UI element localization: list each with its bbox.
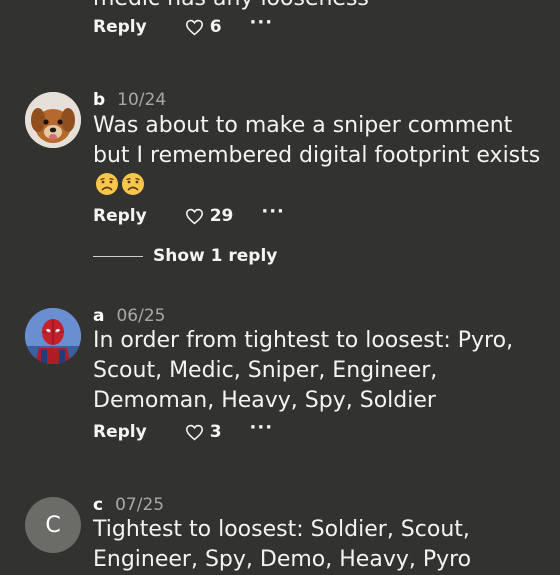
more-options-button[interactable]: ··· [261, 203, 285, 221]
heart-icon [185, 19, 203, 35]
like-button[interactable]: 3 [185, 422, 222, 442]
comment-actions: Reply 6 ··· [93, 14, 274, 39]
like-count: 6 [209, 17, 222, 37]
comment-date: 06/25 [116, 306, 166, 326]
avatar[interactable] [25, 308, 81, 364]
username[interactable]: b [93, 90, 105, 110]
like-button[interactable]: 6 [185, 17, 222, 37]
comment-date: 10/24 [117, 90, 167, 110]
comment-text: medic has any looseness [93, 0, 369, 11]
reply-button[interactable]: Reply [93, 17, 147, 37]
like-count: 29 [209, 206, 234, 226]
comment-text: Was about to make a sniper comment but I… [93, 111, 553, 201]
username[interactable]: c [93, 495, 103, 515]
show-replies-label: Show 1 reply [153, 246, 278, 266]
comment-actions: Reply 29 ··· [93, 203, 285, 228]
heart-icon [185, 208, 203, 224]
comment-actions: Reply 3 ··· [93, 419, 274, 444]
heart-icon [185, 424, 203, 440]
more-options-button[interactable]: ··· [250, 14, 274, 32]
comment-date: 07/25 [115, 495, 165, 515]
comment-text: Tightest to loosest: Soldier, Scout, Eng… [93, 517, 472, 572]
comment-text: In order from tightest to loosest: Pyro,… [93, 328, 514, 413]
spiderman-avatar-icon [25, 308, 81, 364]
divider-line [93, 255, 143, 257]
comment-body: Was about to make a sniper comment but I… [93, 113, 541, 168]
worried-face-emoji-icon [96, 173, 118, 195]
comment-meta: b 10/24 [93, 90, 166, 110]
worried-face-emoji-icon [122, 173, 144, 195]
username[interactable]: a [93, 306, 104, 326]
avatar-letter: C [45, 512, 61, 538]
like-button[interactable]: 29 [185, 206, 234, 226]
reply-button[interactable]: Reply [93, 206, 147, 226]
avatar[interactable] [25, 92, 81, 148]
like-count: 3 [209, 422, 222, 442]
more-options-button[interactable]: ··· [250, 419, 274, 437]
reply-button[interactable]: Reply [93, 422, 147, 442]
show-replies-button[interactable]: Show 1 reply [93, 246, 277, 266]
dog-avatar-icon [25, 92, 81, 148]
comment-meta: c 07/25 [93, 495, 164, 515]
comment-meta: a 06/25 [93, 306, 165, 326]
avatar[interactable]: C [25, 497, 81, 553]
